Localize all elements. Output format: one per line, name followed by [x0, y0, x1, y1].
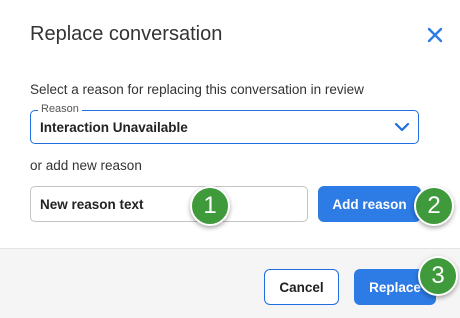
- close-icon: [427, 27, 443, 43]
- or-add-new-reason-label: or add new reason: [30, 158, 142, 173]
- step-marker-2: 2: [414, 186, 454, 226]
- reason-select-legend: Reason: [38, 103, 82, 115]
- close-button[interactable]: [424, 24, 446, 46]
- add-reason-button[interactable]: Add reason: [318, 186, 421, 222]
- cancel-button[interactable]: Cancel: [264, 269, 339, 305]
- step-marker-3: 3: [418, 256, 458, 296]
- new-reason-input[interactable]: [30, 186, 308, 222]
- dialog-title: Replace conversation: [30, 23, 223, 45]
- step-marker-1: 1: [190, 186, 230, 226]
- chevron-down-icon: [394, 122, 410, 132]
- instruction-text: Select a reason for replacing this conve…: [30, 82, 364, 97]
- reason-select-value: Interaction Unavailable: [40, 120, 188, 135]
- reason-select[interactable]: Reason Interaction Unavailable: [30, 103, 419, 144]
